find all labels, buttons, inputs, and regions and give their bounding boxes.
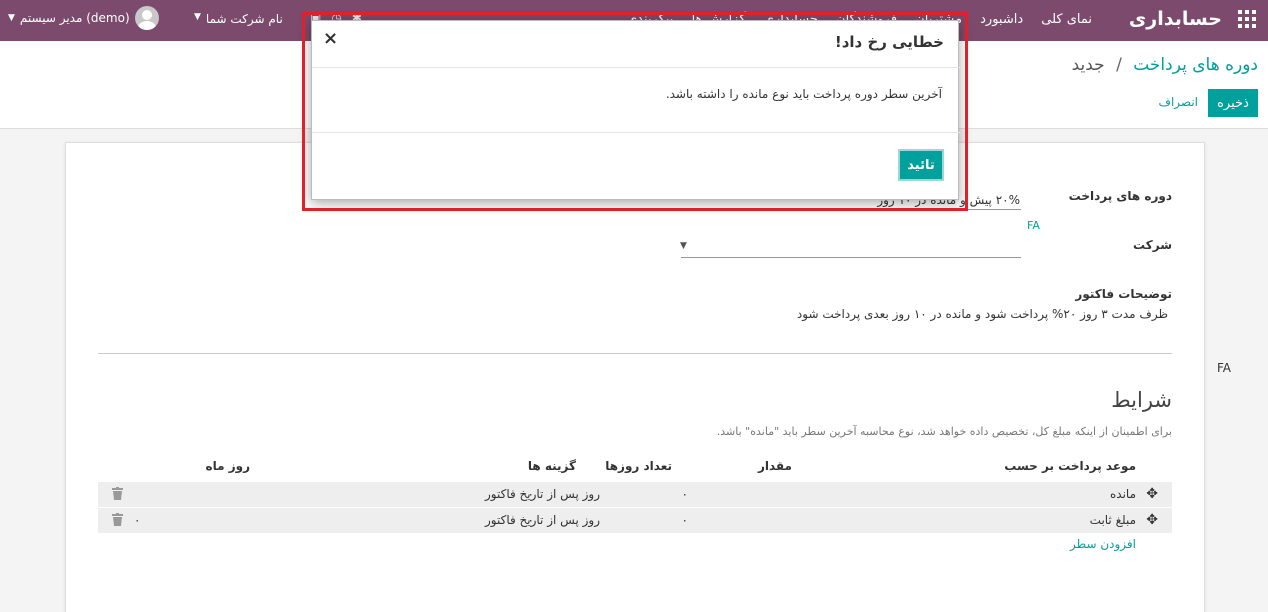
user-name: مدیر سیستم (demo) (19, 11, 130, 25)
row-amount: ۰ (681, 513, 688, 527)
close-icon[interactable]: × (323, 30, 338, 48)
row-due-type: مبلغ ثابت (1089, 513, 1136, 527)
dialog-header: خطایی رخ داد! × (312, 21, 960, 68)
company-label: شرکت (1133, 238, 1172, 252)
divider (98, 353, 1172, 354)
column-header-options[interactable]: گزینه ها (528, 459, 576, 473)
avatar (134, 6, 159, 30)
menu-item-dashboard[interactable]: داشبورد (980, 12, 1023, 27)
table-row[interactable]: ✥ مبلغ ثابت ۰ ۰ روز پس از تاریخ فاکتور ۰ (98, 507, 1172, 533)
breadcrumb: دوره های پرداخت / جدید (1072, 55, 1258, 75)
app-brand: حسابداری (1128, 8, 1222, 30)
translate-tag[interactable]: FA (1217, 361, 1231, 375)
terms-section-title: شرایط (1111, 388, 1172, 412)
error-dialog: خطایی رخ داد! × آخرین سطر دوره پرداخت با… (311, 20, 960, 201)
payment-terms-underline (681, 209, 1021, 210)
dialog-title: خطایی رخ داد! (834, 33, 944, 51)
breadcrumb-parent-link[interactable]: دوره های پرداخت (1133, 55, 1258, 75)
chevron-down-icon: ▼ (194, 12, 201, 22)
column-header-amount[interactable]: مقدار (758, 459, 792, 473)
row-amount: ۰ (681, 487, 688, 501)
chevron-down-icon: ▼ (8, 13, 15, 23)
payment-terms-label: دوره های پرداخت (1068, 189, 1172, 203)
dialog-footer: تائید (312, 132, 960, 201)
column-header-due-type[interactable]: موعد پرداخت بر حسب (1004, 459, 1136, 473)
apps-grid-icon[interactable] (1238, 10, 1258, 30)
add-line-link[interactable]: افزودن سطر (1070, 537, 1136, 551)
save-button[interactable]: ذخیره (1208, 89, 1258, 117)
row-option: روز پس از تاریخ فاکتور (484, 513, 600, 527)
company-name: نام شرکت شما (205, 12, 283, 26)
breadcrumb-separator: / (1116, 55, 1122, 75)
row-option: روز پس از تاریخ فاکتور (484, 487, 600, 501)
row-due-type: مانده (1109, 487, 1136, 501)
ok-button[interactable]: تائید (898, 149, 944, 181)
discard-button[interactable]: انصراف (1159, 95, 1198, 109)
company-underline (681, 257, 1021, 258)
form-sheet: دوره های پرداخت ۲۰% پیش و مانده در ۱۰ رو… (65, 142, 1231, 612)
dialog-message: آخرین سطر دوره پرداخت باید نوع مانده را … (665, 87, 942, 101)
menu-item-overview[interactable]: نمای کلی (1041, 12, 1092, 27)
chevron-down-icon[interactable]: ▼ (680, 241, 687, 251)
terms-help-text: برای اطمینان از اینکه مبلغ کل، تخصیص داد… (716, 425, 1172, 438)
invoice-description-label: توضیحات فاکتور (1075, 287, 1172, 301)
table-row[interactable]: ✥ مانده ۰ ۰ روز پس از تاریخ فاکتور (98, 481, 1172, 507)
translate-button[interactable]: FA (1027, 219, 1040, 232)
trash-icon[interactable] (112, 513, 123, 526)
invoice-description-field[interactable]: ظرف مدت ۳ روز ۲۰% پرداخت شود و مانده در … (797, 307, 1168, 321)
column-header-days[interactable]: تعداد روزها (605, 459, 672, 473)
company-switcher[interactable]: ▼ نام شرکت شما (194, 12, 283, 26)
drag-handle-icon[interactable]: ✥ (1146, 512, 1158, 528)
column-header-day-of-month[interactable]: روز ماه (206, 459, 250, 473)
row-day-of-month: ۰ (134, 513, 141, 527)
breadcrumb-current: جدید (1071, 55, 1105, 75)
trash-icon[interactable] (112, 487, 123, 500)
user-menu[interactable]: ▼ مدیر سیستم (demo) (8, 6, 159, 30)
drag-handle-icon[interactable]: ✥ (1146, 486, 1158, 502)
